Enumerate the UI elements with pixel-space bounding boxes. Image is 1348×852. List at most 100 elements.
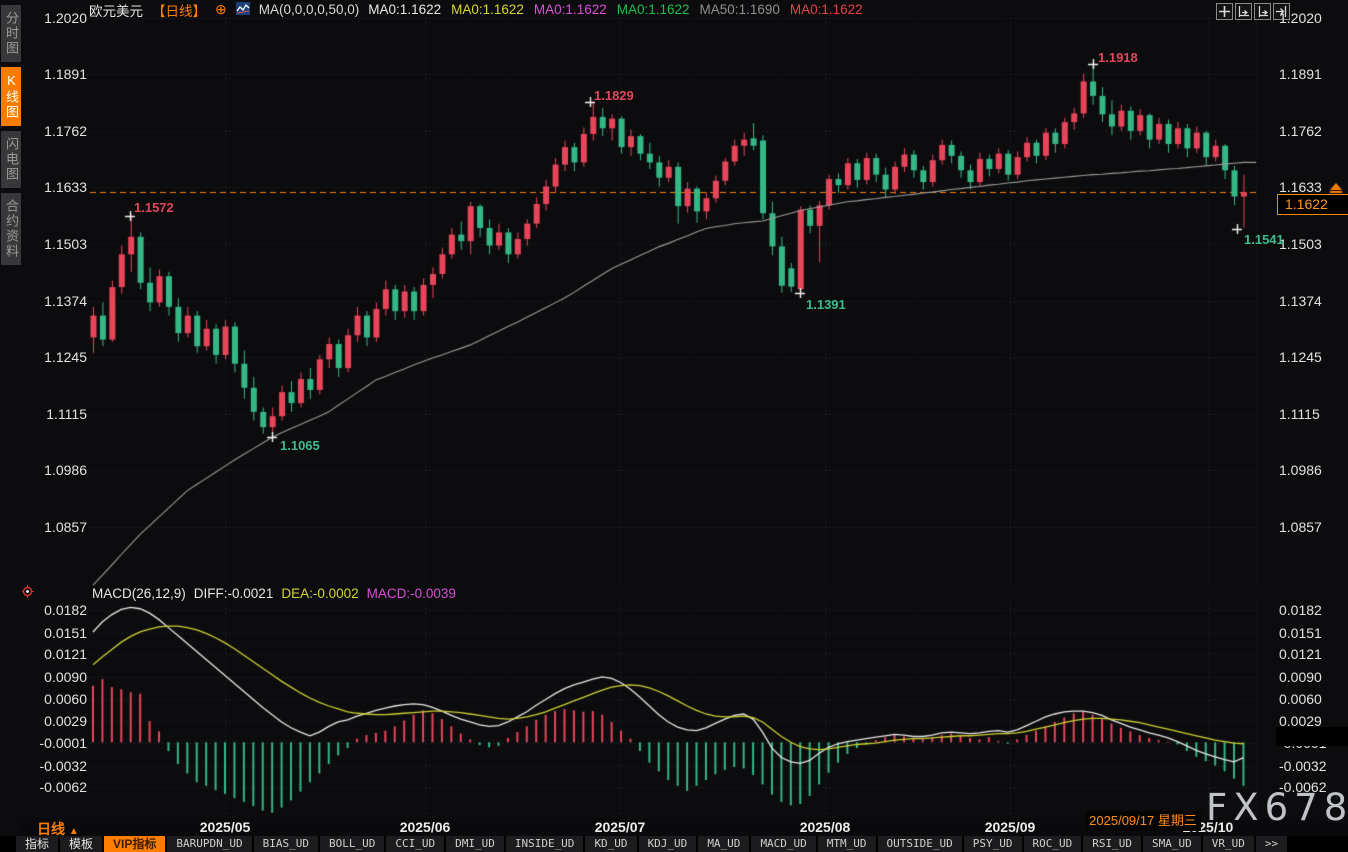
price-annotation-label: 1.1829 [594,88,634,103]
toolbar-tab-inside_ud[interactable]: INSIDE_UD [506,836,584,852]
toolbar-tab--[interactable]: 模板 [60,836,102,852]
y-axis-tick-label: 1.1891 [25,66,87,82]
period-label: 【日线】 [152,0,206,20]
macd-axis-tick-label: 0.0029 [25,713,87,729]
toolbar-tab-dmi_ud[interactable]: DMI_UD [446,836,504,852]
x-axis-month-label: 2025/06 [400,819,451,835]
y-axis-tick-label: 1.2020 [1279,10,1322,26]
price-annotation-label: 1.1391 [806,297,846,312]
toolbar-tab-cci_ud[interactable]: CCI_UD [386,836,444,852]
sidebar-item-kline-chart[interactable]: K线图 [1,67,21,126]
y-axis-tick-label: 1.1245 [1279,349,1322,365]
ma-value-label: MA0:1.1622 [368,2,441,17]
macd-axis-tick-label: 0.0151 [1279,625,1322,641]
ma-value-label: MA0:1.1622 [617,2,690,17]
crosshair-icon[interactable] [1216,3,1233,20]
y-axis-tick-label: 1.1633 [25,179,87,195]
toolbar-tab-kd_ud[interactable]: KD_UD [585,836,636,852]
toolbar-tab-vr_ud[interactable]: VR_UD [1203,836,1254,852]
ma-value-label: MA50:1.1690 [700,2,780,17]
y-axis-tick-label: 1.1245 [25,349,87,365]
macd-axis-tick-label: 0.0060 [25,691,87,707]
y-axis-tick-label: 1.1503 [25,236,87,252]
ma-value-label: MA0:1.1622 [534,2,607,17]
sidebar-item-contract-info[interactable]: 合约资料 [1,193,21,265]
toolbar-tab-barupdn_ud[interactable]: BARUPDN_UD [167,836,251,852]
macd-axis-tick-label: 0.0121 [1279,646,1322,662]
x-axis-month-label: 2025/08 [800,819,851,835]
y-axis-tick-label: 1.1374 [25,293,87,309]
toolbar-tab-rsi_ud[interactable]: RSI_UD [1083,836,1141,852]
indicator-target-icon[interactable] [21,585,34,603]
ma-values: MA0:1.1622 MA0:1.1622 MA0:1.1622 MA0:1.1622… [368,2,862,17]
macd-axis-tick-label: -0.0032 [1279,758,1326,774]
y-axis-tick-label: 1.1762 [1279,123,1322,139]
macd-macd-value: MACD:-0.0039 [367,586,456,601]
macd-diff-value: DIFF:-0.0021 [194,586,274,601]
macd-axis-tick-label: -0.0062 [25,779,87,795]
toolbar-tab-macd_ud[interactable]: MACD_UD [751,836,815,852]
price-annotation-label: 1.1918 [1098,50,1138,65]
toolbar-tab-bias_ud[interactable]: BIAS_UD [254,836,318,852]
toolbar-tab-kdj_ud[interactable]: KDJ_UD [639,836,697,852]
add-indicator-icon[interactable]: ⊕ [215,1,227,18]
toolbar-tab-psy_ud[interactable]: PSY_UD [964,836,1022,852]
y-axis-tick-label: 1.1762 [25,123,87,139]
y-axis-tick-label: 1.1503 [1279,236,1322,252]
toolbar-tab--[interactable]: >> [1256,836,1287,852]
mini-chart-icon[interactable] [236,2,250,18]
chart-application: 分时图 K线图闪电图合约资料 欧元美元 【日线】 ⊕ MA(0,0,0,0,50,… [0,0,1348,852]
price-annotation-label: 1.1541 [1244,232,1284,247]
toolbar-tab-sma_ud[interactable]: SMA_UD [1143,836,1201,852]
current-date-box: 2025/09/17 星期三 [1085,811,1201,831]
fx678-watermark: FX678 [1206,786,1348,829]
price-annotation-label: 1.1572 [134,200,174,215]
y-axis-tick-label: 1.1374 [1279,293,1322,309]
macd-axis-tick-label: 0.0121 [25,646,87,662]
y-axis-tick-label: 1.1891 [1279,66,1322,82]
macd-axis-tick-label: 0.0182 [1279,602,1322,618]
sidebar-item-minute-chart[interactable]: 分时图 [1,5,21,62]
macd-axis-tick-label: -0.0032 [25,758,87,774]
toolbar-tab-vip-[interactable]: VIP指标 [104,836,165,852]
macd-axis-tick-label: 0.0090 [1279,669,1322,685]
toolbar-tab-ma_ud[interactable]: MA_UD [698,836,749,852]
macd-header: MACD(26,12,9) DIFF:-0.0021 DEA:-0.0002 M… [92,586,456,601]
toolbar-tab-boll_ud[interactable]: BOLL_UD [320,836,384,852]
toolbar-tab-roc_ud[interactable]: ROC_UD [1024,836,1082,852]
toolbar-tab-outside_ud[interactable]: OUTSIDE_UD [878,836,962,852]
macd-axis-tick-label: 0.0151 [25,625,87,641]
macd-dea-value: DEA:-0.0002 [281,586,358,601]
macd-name-label: MACD(26,12,9) [92,586,186,601]
sidebar: 分时图 K线图闪电图合约资料 [0,0,22,852]
symbol-name: 欧元美元 [89,0,143,20]
macd-axis-tick-label: 0.0182 [25,602,87,618]
scale-right-icon[interactable] [1254,3,1271,20]
current-price-tag: 1.1622 [1277,194,1348,215]
macd-axis-tick-label: -0.0001 [25,735,87,751]
y-axis-tick-label: 1.0857 [25,519,87,535]
y-axis-tick-label: 1.1115 [1279,406,1320,422]
y-axis-tick-label: 1.2020 [25,10,87,26]
x-axis-month-label: 2025/05 [200,819,251,835]
macd-value-patch [1276,727,1348,746]
indicator-toolbar: 指标模板VIP指标BARUPDN_UDBIAS_UDBOLL_UDCCI_UDD… [0,836,1348,852]
ma-settings-label: MA(0,0,0,0,50,0) [259,2,360,17]
y-axis-tick-label: 1.1633 [1279,179,1322,195]
price-macd-chart-canvas[interactable] [0,0,1348,852]
x-axis-month-label: 2025/07 [595,819,646,835]
y-axis-tick-label: 1.0986 [1279,462,1322,478]
y-axis-tick-label: 1.1115 [25,406,87,422]
ma-value-label: MA0:1.1622 [451,2,524,17]
chart-header: 欧元美元 【日线】 ⊕ MA(0,0,0,0,50,0) MA0:1.1622M… [89,1,863,18]
toolbar-tab-mtm_ud[interactable]: MTM_UD [818,836,876,852]
toolbar-tab--[interactable]: 指标 [16,836,58,852]
price-annotation-label: 1.1065 [280,438,320,453]
y-axis-tick-label: 1.0986 [25,462,87,478]
ma-value-label: MA0:1.1622 [790,2,863,17]
macd-axis-tick-label: 0.0060 [1279,691,1322,707]
scale-left-icon[interactable] [1235,3,1252,20]
macd-axis-tick-label: 0.0090 [25,669,87,685]
sidebar-item-flash-chart[interactable]: 闪电图 [1,131,21,188]
y-axis-tick-label: 1.0857 [1279,519,1322,535]
